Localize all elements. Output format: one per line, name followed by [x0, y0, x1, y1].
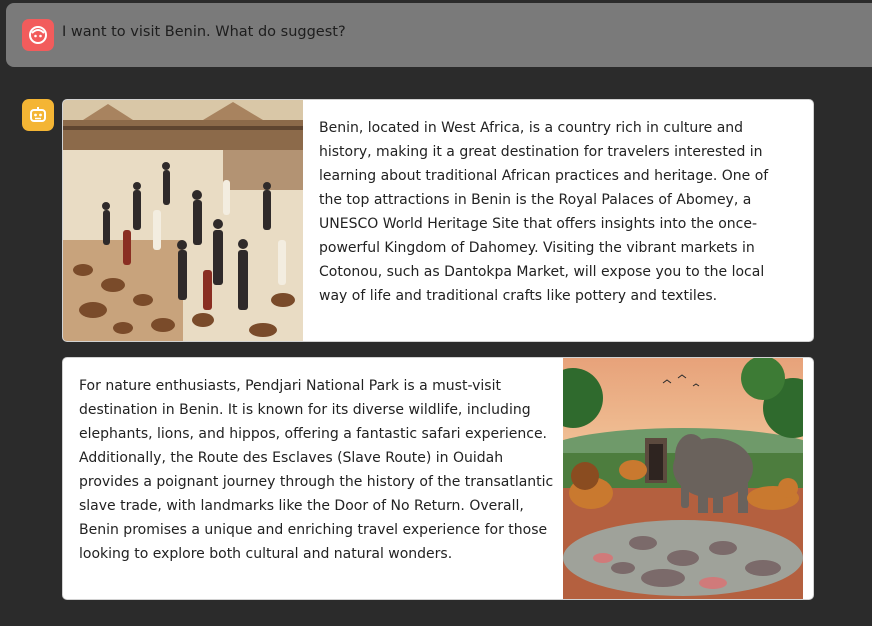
wildlife-illustration — [563, 358, 803, 599]
assistant-card-culture: Benin, located in West Africa, is a coun… — [62, 99, 814, 342]
assistant-card-nature: For nature enthusiasts, Pendjari Nationa… — [62, 357, 814, 600]
robot-icon — [30, 107, 46, 122]
nature-paragraph: For nature enthusiasts, Pendjari Nationa… — [79, 378, 554, 562]
market-illustration — [63, 100, 303, 341]
culture-paragraph: Benin, located in West Africa, is a coun… — [319, 120, 769, 304]
assistant-avatar — [22, 99, 54, 131]
user-face-icon — [29, 26, 47, 44]
user-avatar — [22, 19, 54, 51]
user-message-text: I want to visit Benin. What do suggest? — [62, 24, 346, 40]
